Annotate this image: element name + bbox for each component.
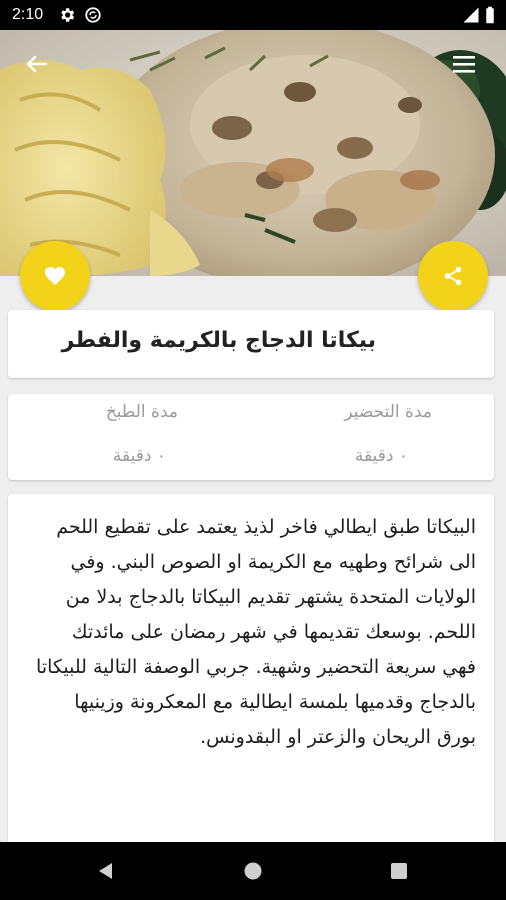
sync-icon xyxy=(85,7,101,23)
system-navigation-bar xyxy=(0,842,506,900)
status-time: 2:10 xyxy=(12,6,44,23)
cook-time-value: ٠ دقيقة xyxy=(112,446,166,466)
recipe-hero-image xyxy=(0,30,506,276)
title-card: بيكاتا الدجاج بالكريمة والفطر xyxy=(8,310,494,378)
status-bar: 2:10 xyxy=(0,0,506,30)
share-button[interactable] xyxy=(418,241,488,311)
battery-icon xyxy=(486,6,494,24)
signal-icon xyxy=(463,7,479,23)
timing-card: مدة التحضير ٠ دقيقة مدة الطبخ ٠ دقيقة xyxy=(8,394,494,480)
heart-icon xyxy=(45,267,65,285)
back-arrow-icon[interactable] xyxy=(16,44,56,84)
recipe-title: بيكاتا الدجاج بالكريمة والفطر xyxy=(61,328,376,353)
description-card: البيكاتا طبق ايطالي فاخر لذيذ يعتمد على … xyxy=(8,494,494,854)
square-recents-icon[interactable] xyxy=(390,862,408,880)
cook-time-label: مدة الطبخ xyxy=(105,402,178,422)
hamburger-menu-icon[interactable] xyxy=(444,44,484,84)
recipe-description: البيكاتا طبق ايطالي فاخر لذيذ يعتمد على … xyxy=(36,516,476,748)
recipe-photo xyxy=(0,30,506,276)
gear-icon xyxy=(61,8,75,22)
circle-home-icon[interactable] xyxy=(243,861,263,881)
favorite-button[interactable] xyxy=(20,241,90,311)
triangle-back-icon[interactable] xyxy=(96,861,116,881)
prep-time-label: مدة التحضير xyxy=(344,402,432,422)
share-icon xyxy=(444,266,462,286)
prep-time-value: ٠ دقيقة xyxy=(354,446,408,466)
